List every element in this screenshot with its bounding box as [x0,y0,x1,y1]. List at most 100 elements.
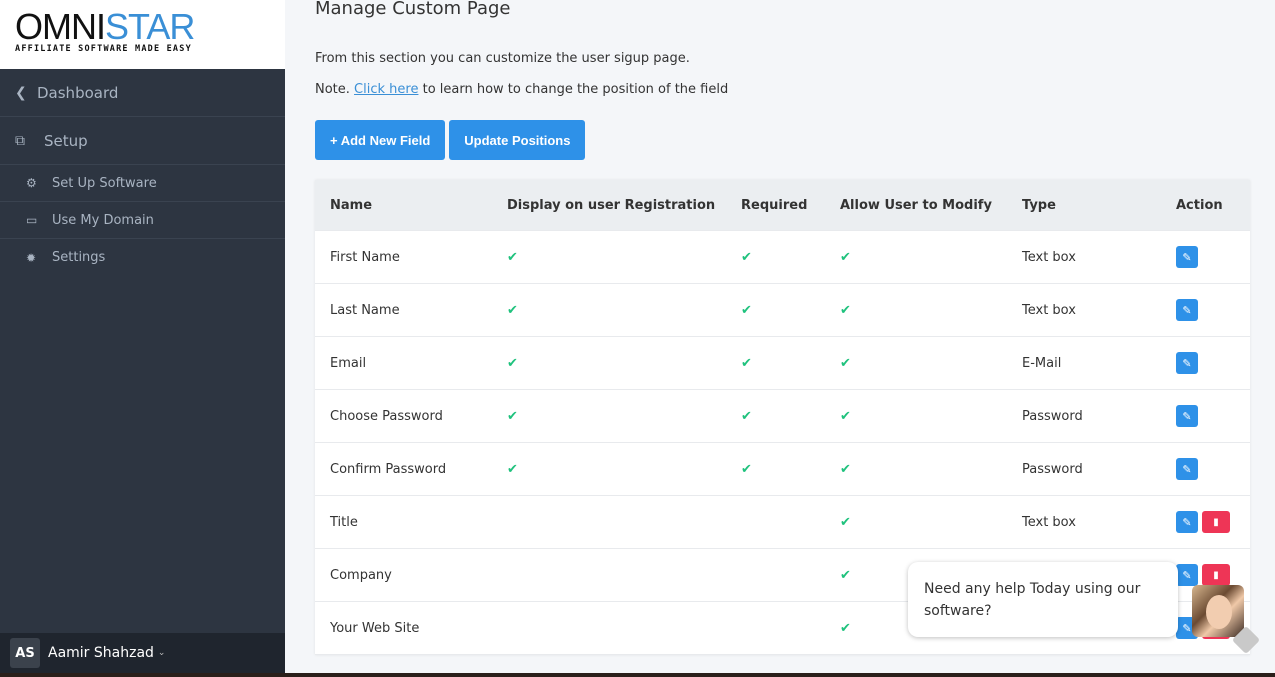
edit-button[interactable]: ✎ [1176,352,1198,374]
column-header-display: Display on user Registration [507,197,716,213]
action-cell: ✎ [1176,405,1250,427]
action-cell: ✎ [1176,299,1250,321]
page-description: From this section you can customize the … [315,51,690,66]
table-row: Choose Password ✔ ✔ ✔ Password ✎ [315,390,1250,443]
trash-icon: ▮ [1213,569,1219,581]
table-row: Email ✔ ✔ ✔ E-Mail ✎ [315,337,1250,390]
edit-button[interactable]: ✎ [1176,246,1198,268]
modify-cell: ✔ [840,356,1022,371]
column-header-name: Name [330,197,373,213]
modify-cell: ✔ [840,515,1022,530]
sidebar-item-label: Set Up Software [52,175,157,191]
pencil-icon: ✎ [1182,621,1192,635]
column-header-type: Type [1022,197,1056,213]
delete-button[interactable]: ▮ [1202,511,1230,533]
required-cell: ✔ [741,462,840,477]
modify-cell: ✔ [840,409,1022,424]
page-note: Note. Click here to learn how to change … [315,82,729,97]
sidebar-item-settings[interactable]: ✹ Settings [0,239,285,276]
field-name: First Name [330,249,400,265]
required-cell: ✔ [741,303,840,318]
check-icon: ✔ [840,567,851,583]
field-type: Password [1022,408,1083,424]
edit-button[interactable]: ✎ [1176,458,1198,480]
check-icon: ✔ [840,461,851,477]
display-cell: ✔ [507,250,741,265]
sidebar-item-set-up-software[interactable]: ⚙ Set Up Software [0,165,285,202]
help-chat-bubble[interactable]: Need any help Today using our software? [908,562,1178,637]
check-icon: ✔ [840,408,851,424]
avatar: AS [10,638,40,668]
field-type: E-Mail [1022,355,1062,371]
action-cell: ✎ [1176,458,1250,480]
gears-icon: ⚙ [26,176,37,190]
check-icon: ✔ [840,249,851,265]
sidebar-item-label: Settings [52,250,106,265]
required-cell: ✔ [741,356,840,371]
modify-cell: ✔ [840,303,1022,318]
main-content: Manage Custom Page From this section you… [315,0,1250,655]
display-cell: ✔ [507,462,741,477]
chat-agent-avatar[interactable] [1192,585,1244,637]
check-icon: ✔ [741,461,752,477]
user-name: Aamir Shahzad [48,645,154,661]
table-row: First Name ✔ ✔ ✔ Text box ✎ [315,231,1250,284]
update-positions-button[interactable]: Update Positions [449,120,586,160]
pencil-icon: ✎ [1182,568,1192,582]
table-row: Title ✔ Text box ✎ ▮ [315,496,1250,549]
add-new-field-button[interactable]: + Add New Field [315,120,446,160]
required-cell: ✔ [741,409,840,424]
check-icon: ✔ [507,355,518,371]
agent-face [1206,595,1232,629]
check-icon: ✔ [507,408,518,424]
toolbar: + Add New Field Update Positions [315,120,1250,160]
edit-button[interactable]: ✎ [1176,299,1198,321]
page-title: Manage Custom Page [315,0,511,19]
edit-button[interactable]: ✎ [1176,564,1198,586]
check-icon: ✔ [741,408,752,424]
field-name: Last Name [330,302,400,318]
sidebar-item-setup[interactable]: ⧉ Setup [0,117,285,165]
table-row: Last Name ✔ ✔ ✔ Text box ✎ [315,284,1250,337]
check-icon: ✔ [840,355,851,371]
sidebar-item-use-my-domain[interactable]: ▭ Use My Domain [0,202,285,239]
modify-cell: ✔ [840,250,1022,265]
sidebar-item-label: Use My Domain [52,212,154,228]
field-name: Title [330,514,358,530]
edit-button[interactable]: ✎ [1176,405,1198,427]
field-name: Email [330,355,367,371]
check-icon: ✔ [507,249,518,265]
display-cell: ✔ [507,303,741,318]
required-cell: ✔ [741,250,840,265]
check-icon: ✔ [840,620,851,636]
check-icon: ✔ [507,461,518,477]
field-type: Password [1022,461,1083,477]
sidebar-item-label: Setup [44,131,88,150]
delete-button[interactable]: ▮ [1202,564,1230,586]
gear-icon: ✹ [26,250,37,265]
user-menu[interactable]: AS Aamir Shahzad ⌄ [0,633,285,673]
sidebar-item-label: Dashboard [37,83,119,102]
logo-tagline: AFFILIATE SOFTWARE MADE EASY [15,44,192,54]
modify-cell: ✔ [840,462,1022,477]
check-icon: ✔ [741,302,752,318]
page: OMNISTAR AFFILIATE SOFTWARE MADE EASY ❮ … [0,0,1275,673]
logo[interactable]: OMNISTAR AFFILIATE SOFTWARE MADE EASY [0,0,285,69]
check-icon: ✔ [840,514,851,530]
table-header: Name Display on user Registration Requir… [315,180,1250,231]
pencil-icon: ✎ [1182,356,1192,370]
column-header-modify: Allow User to Modify [840,197,992,213]
pencil-icon: ✎ [1182,250,1192,264]
click-here-link[interactable]: Click here [354,82,418,97]
pencil-icon: ✎ [1182,515,1192,529]
edit-button[interactable]: ✎ [1176,511,1198,533]
chat-message: Need any help Today using our software? [924,581,1141,619]
field-name: Company [330,567,392,583]
table-row: Confirm Password ✔ ✔ ✔ Password ✎ [315,443,1250,496]
logo-wordmark: OMNISTAR [15,6,195,47]
field-type: Text box [1022,249,1076,265]
trash-icon: ▮ [1213,516,1219,528]
sidebar-item-dashboard[interactable]: ❮ Dashboard [0,69,285,117]
cubes-icon: ⧉ [15,132,25,149]
column-header-required: Required [741,197,808,213]
